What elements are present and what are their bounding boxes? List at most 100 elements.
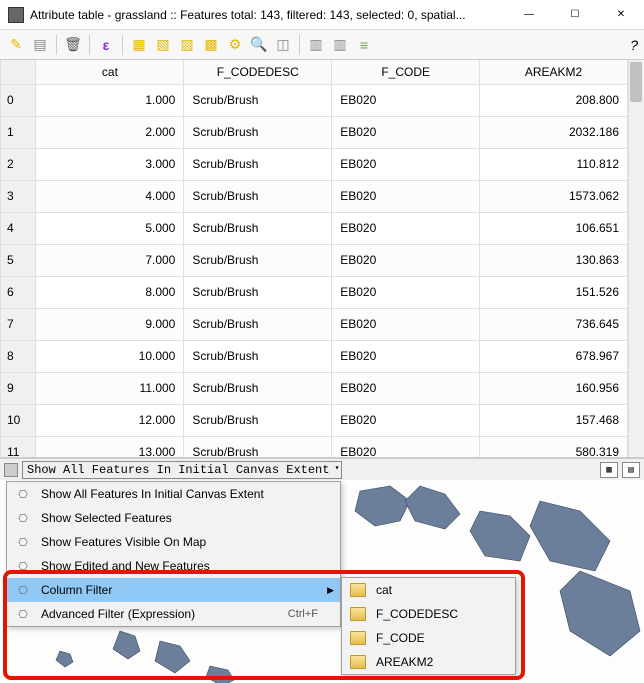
- filter-selection-icon[interactable]: ▩: [201, 35, 221, 55]
- row-index[interactable]: 0: [1, 84, 36, 116]
- cell-codedesc[interactable]: Scrub/Brush: [184, 244, 332, 276]
- cell-fcode[interactable]: EB020: [332, 116, 480, 148]
- vertical-scrollbar[interactable]: [628, 60, 644, 457]
- new-column-icon[interactable]: ▥: [306, 35, 326, 55]
- cell-fcode[interactable]: EB020: [332, 340, 480, 372]
- cell-cat[interactable]: 13.000: [36, 436, 184, 457]
- cell-fcode[interactable]: EB020: [332, 404, 480, 436]
- minimize-button[interactable]: —: [506, 0, 552, 30]
- help-icon[interactable]: ?: [630, 37, 638, 53]
- field-calc-icon[interactable]: ⚙: [225, 35, 245, 55]
- row-index[interactable]: 2: [1, 148, 36, 180]
- table-row[interactable]: 810.000Scrub/BrushEB020678.967: [1, 340, 628, 372]
- table-row[interactable]: 911.000Scrub/BrushEB020160.956: [1, 372, 628, 404]
- cell-areakm2[interactable]: 678.967: [480, 340, 628, 372]
- cell-cat[interactable]: 9.000: [36, 308, 184, 340]
- row-index[interactable]: 7: [1, 308, 36, 340]
- row-index[interactable]: 4: [1, 212, 36, 244]
- cell-codedesc[interactable]: Scrub/Brush: [184, 276, 332, 308]
- pan-icon[interactable]: ◫: [273, 35, 293, 55]
- cell-fcode[interactable]: EB020: [332, 436, 480, 457]
- column-header-codedesc[interactable]: F_CODEDESC: [184, 60, 332, 84]
- table-row[interactable]: 23.000Scrub/BrushEB020110.812: [1, 148, 628, 180]
- row-index[interactable]: 10: [1, 404, 36, 436]
- cell-areakm2[interactable]: 110.812: [480, 148, 628, 180]
- cell-areakm2[interactable]: 151.526: [480, 276, 628, 308]
- row-index[interactable]: 5: [1, 244, 36, 276]
- filter-icon[interactable]: [4, 463, 18, 477]
- filter-dropdown[interactable]: Show All Features In Initial Canvas Exte…: [22, 461, 342, 479]
- filter-menu-item[interactable]: ⎔Show Features Visible On Map: [7, 530, 340, 554]
- expression-icon[interactable]: ε: [96, 35, 116, 55]
- cell-codedesc[interactable]: Scrub/Brush: [184, 180, 332, 212]
- cell-cat[interactable]: 3.000: [36, 148, 184, 180]
- table-scroll-area[interactable]: cat F_CODEDESC F_CODE AREAKM2 01.000Scru…: [0, 60, 644, 457]
- table-row[interactable]: 1113.000Scrub/BrushEB020580.319: [1, 436, 628, 457]
- cell-fcode[interactable]: EB020: [332, 276, 480, 308]
- close-button[interactable]: ✕: [598, 0, 644, 30]
- row-index[interactable]: 9: [1, 372, 36, 404]
- column-header-cat[interactable]: cat: [36, 60, 184, 84]
- cell-fcode[interactable]: EB020: [332, 84, 480, 116]
- table-row[interactable]: 79.000Scrub/BrushEB020736.645: [1, 308, 628, 340]
- row-index[interactable]: 3: [1, 180, 36, 212]
- column-filter-item[interactable]: AREAKM2: [342, 650, 515, 674]
- scrollbar-thumb[interactable]: [630, 62, 642, 102]
- filter-menu-item[interactable]: ⎔Column Filter▶: [7, 578, 340, 602]
- table-row[interactable]: 1012.000Scrub/BrushEB020157.468: [1, 404, 628, 436]
- cell-codedesc[interactable]: Scrub/Brush: [184, 148, 332, 180]
- cell-fcode[interactable]: EB020: [332, 372, 480, 404]
- cell-fcode[interactable]: EB020: [332, 148, 480, 180]
- table-row[interactable]: 12.000Scrub/BrushEB0202032.186: [1, 116, 628, 148]
- cell-cat[interactable]: 8.000: [36, 276, 184, 308]
- delete-icon[interactable]: 🗑: [63, 35, 83, 55]
- filter-menu-item[interactable]: ⎔Advanced Filter (Expression)Ctrl+F: [7, 602, 340, 626]
- cell-areakm2[interactable]: 736.645: [480, 308, 628, 340]
- table-row[interactable]: 34.000Scrub/BrushEB0201573.062: [1, 180, 628, 212]
- filter-menu-item[interactable]: ⎔Show Edited and New Features: [7, 554, 340, 578]
- calc-icon[interactable]: ≡: [354, 35, 374, 55]
- filter-menu-item[interactable]: ⎔Show Selected Features: [7, 506, 340, 530]
- cell-cat[interactable]: 5.000: [36, 212, 184, 244]
- column-filter-item[interactable]: F_CODE: [342, 626, 515, 650]
- cell-codedesc[interactable]: Scrub/Brush: [184, 436, 332, 457]
- cell-areakm2[interactable]: 208.800: [480, 84, 628, 116]
- invert-selection-icon[interactable]: ▧: [153, 35, 173, 55]
- cell-codedesc[interactable]: Scrub/Brush: [184, 372, 332, 404]
- row-header-cell[interactable]: [1, 60, 36, 84]
- maximize-button[interactable]: ☐: [552, 0, 598, 30]
- cell-codedesc[interactable]: Scrub/Brush: [184, 84, 332, 116]
- cell-fcode[interactable]: EB020: [332, 244, 480, 276]
- filter-menu-item[interactable]: ⎔Show All Features In Initial Canvas Ext…: [7, 482, 340, 506]
- cell-areakm2[interactable]: 106.651: [480, 212, 628, 244]
- cell-areakm2[interactable]: 1573.062: [480, 180, 628, 212]
- cell-codedesc[interactable]: Scrub/Brush: [184, 308, 332, 340]
- cell-areakm2[interactable]: 130.863: [480, 244, 628, 276]
- cell-areakm2[interactable]: 580.319: [480, 436, 628, 457]
- row-index[interactable]: 6: [1, 276, 36, 308]
- cell-cat[interactable]: 2.000: [36, 116, 184, 148]
- table-row[interactable]: 45.000Scrub/BrushEB020106.651: [1, 212, 628, 244]
- column-header-areakm2[interactable]: AREAKM2: [480, 60, 628, 84]
- pencil-icon[interactable]: ✎: [6, 35, 26, 55]
- cell-cat[interactable]: 12.000: [36, 404, 184, 436]
- table-row[interactable]: 57.000Scrub/BrushEB020130.863: [1, 244, 628, 276]
- cell-codedesc[interactable]: Scrub/Brush: [184, 340, 332, 372]
- cell-cat[interactable]: 4.000: [36, 180, 184, 212]
- cell-codedesc[interactable]: Scrub/Brush: [184, 116, 332, 148]
- cell-fcode[interactable]: EB020: [332, 308, 480, 340]
- table-row[interactable]: 68.000Scrub/BrushEB020151.526: [1, 276, 628, 308]
- cell-areakm2[interactable]: 157.468: [480, 404, 628, 436]
- row-index[interactable]: 11: [1, 436, 36, 457]
- cell-codedesc[interactable]: Scrub/Brush: [184, 404, 332, 436]
- save-icon[interactable]: ▤: [30, 35, 50, 55]
- select-all-icon[interactable]: ▦: [129, 35, 149, 55]
- column-filter-item[interactable]: cat: [342, 578, 515, 602]
- table-view-icon[interactable]: ▦: [600, 462, 618, 478]
- form-view-icon[interactable]: ▤: [622, 462, 640, 478]
- cell-cat[interactable]: 1.000: [36, 84, 184, 116]
- row-index[interactable]: 8: [1, 340, 36, 372]
- cell-cat[interactable]: 7.000: [36, 244, 184, 276]
- delete-column-icon[interactable]: ▥: [330, 35, 350, 55]
- cell-codedesc[interactable]: Scrub/Brush: [184, 212, 332, 244]
